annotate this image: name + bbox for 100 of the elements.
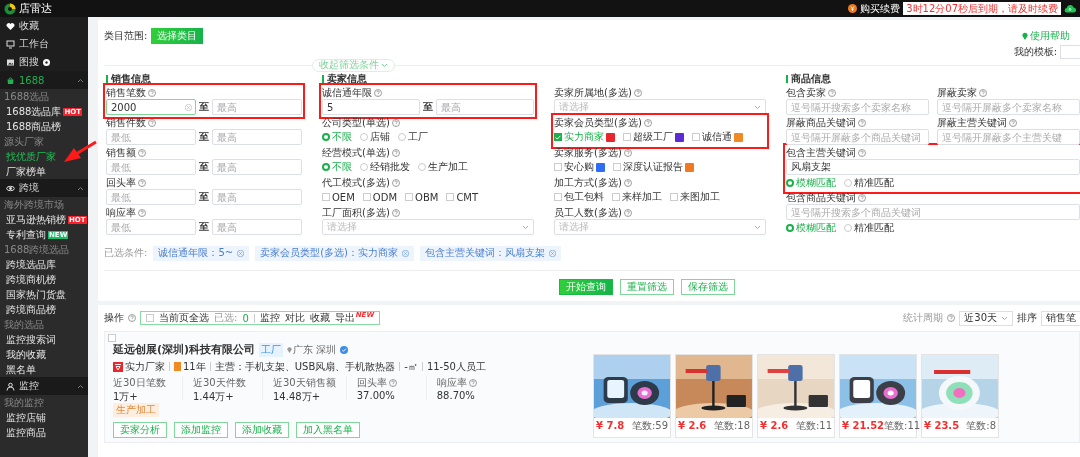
product-sales: 笔数:18: [713, 418, 750, 433]
radio-label: 工厂: [408, 130, 428, 144]
range-separator: 至: [199, 100, 209, 114]
toolbar-action[interactable]: 对比: [284, 311, 305, 325]
product-card[interactable]: ¥ 2.6 笔数:18: [675, 354, 753, 438]
radio-button[interactable]: [360, 163, 368, 171]
input-field[interactable]: 最低: [106, 159, 196, 175]
radio-button[interactable]: [322, 163, 330, 171]
radio-button[interactable]: [360, 133, 368, 141]
sidebar-item[interactable]: 监控商品: [0, 425, 88, 440]
sidebar-item[interactable]: 1688商品榜: [0, 119, 88, 134]
image-icon: [6, 57, 15, 67]
input-field[interactable]: 最低: [106, 219, 196, 235]
field-label: 卖家所属地(多选): [554, 85, 632, 100]
input-field[interactable]: 逗号隔开屏蔽多个商品关键词: [786, 129, 929, 145]
field-label: 代工模式(多选): [322, 175, 390, 190]
checkbox[interactable]: [405, 193, 414, 201]
sidebar-item[interactable]: 我的收藏: [0, 347, 88, 362]
field-label: 回头率: [106, 175, 136, 190]
toolbar-action[interactable]: 收藏: [309, 311, 330, 325]
title-marker: [322, 75, 324, 83]
filter-chip[interactable]: 包含主营关键词：风扇支架: [419, 245, 561, 261]
sidebar-item[interactable]: 监控店铺: [0, 410, 88, 425]
input-field[interactable]: 5: [322, 99, 420, 115]
sidebar-item[interactable]: 监控搜索词: [0, 332, 88, 347]
sidebar-item[interactable]: 厂家榜单: [0, 164, 88, 179]
input-field[interactable]: 最高: [212, 129, 302, 145]
input-field[interactable]: 最高: [212, 99, 302, 115]
field-label: 包含卖家: [786, 85, 826, 100]
checkbox-label: OEM: [332, 191, 355, 203]
globe-icon: [6, 183, 15, 193]
checkbox[interactable]: [613, 163, 621, 171]
input-field[interactable]: 逗号隔开搜索多个商品关键词: [786, 204, 1080, 220]
sort-dropdown[interactable]: 销售笔: [1041, 310, 1080, 326]
checkbox[interactable]: [362, 193, 371, 201]
checkbox-label: 来样加工: [622, 190, 662, 204]
field-label: 类目范围:: [104, 29, 148, 43]
toolbar-action[interactable]: 监控: [259, 311, 280, 325]
input-field[interactable]: 逗号隔开搜索多个卖家名称: [786, 99, 929, 115]
title-marker: [106, 75, 108, 83]
sidebar-item[interactable]: 图搜: [0, 53, 88, 71]
sidebar-item[interactable]: 收藏: [0, 17, 88, 35]
sidebar-section[interactable]: 监控: [0, 377, 88, 395]
input-field[interactable]: 最低: [106, 189, 196, 205]
clear-icon[interactable]: [185, 103, 192, 111]
checkbox[interactable]: [322, 193, 330, 201]
filter-chip[interactable]: 卖家会员类型(多选)：实力商家: [255, 245, 414, 261]
input-field[interactable]: 最高: [436, 99, 534, 115]
period-dropdown[interactable]: 近30天: [959, 310, 1013, 326]
input-field[interactable]: 最高: [212, 219, 302, 235]
tag: 生产加工: [113, 403, 159, 417]
renew-link[interactable]: 购买续费: [860, 1, 901, 16]
product-card[interactable]: ¥ 23.5 笔数:8: [921, 354, 999, 438]
sidebar-item[interactable]: 跨境选品库: [0, 257, 88, 272]
cloud-icon[interactable]: [1064, 4, 1076, 13]
section-title: 卖家信息: [327, 72, 367, 86]
checkbox[interactable]: [446, 193, 455, 201]
product-card[interactable]: ¥ 2.6 笔数:11: [757, 354, 835, 438]
radio-button[interactable]: [786, 223, 794, 232]
checkbox[interactable]: [612, 193, 620, 201]
sidebar-item[interactable]: 黑名单: [0, 362, 88, 377]
input-field[interactable]: 风扇支架: [786, 159, 1080, 175]
template-field[interactable]: [1060, 45, 1080, 59]
checkbox-label: 来图加工: [680, 190, 720, 204]
checkbox[interactable]: [146, 314, 154, 322]
checkbox[interactable]: [670, 193, 678, 201]
radio-label: 不限: [332, 130, 352, 144]
section-title: 销售信息: [111, 72, 151, 86]
checkbox[interactable]: [554, 193, 562, 201]
sidebar-item[interactable]: 国家热门货盘: [0, 287, 88, 302]
sidebar-section[interactable]: 跨境: [0, 179, 88, 197]
company-name[interactable]: 延远创展(深圳)科技有限公司: [113, 342, 256, 357]
checkbox[interactable]: [108, 334, 116, 342]
sidebar-section[interactable]: 1688: [0, 71, 88, 89]
sidebar-item[interactable]: 跨境商品榜: [0, 302, 88, 317]
checkbox[interactable]: [692, 133, 700, 141]
radio-button[interactable]: [398, 133, 406, 141]
checkbox[interactable]: [623, 133, 631, 141]
field-label: 销售件数: [106, 115, 146, 130]
input-field[interactable]: 2000: [106, 99, 196, 115]
sidebar-item[interactable]: 工作台: [0, 35, 88, 53]
sidebar-item[interactable]: 跨境商机榜: [0, 272, 88, 287]
input-field[interactable]: 逗号隔开屏蔽多个主营关键: [937, 129, 1080, 145]
radio-button[interactable]: [418, 163, 426, 171]
filter-chip[interactable]: 诚信通年限：5~: [153, 245, 250, 261]
input-field[interactable]: 逗号隔开屏蔽多个卖家名称: [937, 99, 1080, 115]
input-field[interactable]: 最高: [212, 189, 302, 205]
product-card[interactable]: ¥ 7.8 笔数:59: [593, 354, 671, 438]
radio-button[interactable]: [844, 178, 852, 187]
radio-button[interactable]: [786, 178, 794, 187]
checkbox[interactable]: [554, 163, 562, 171]
chevron-down-icon: [1001, 315, 1008, 321]
radio-button[interactable]: [844, 223, 852, 232]
input-field[interactable]: 最高: [212, 159, 302, 175]
checkbox[interactable]: [554, 133, 562, 141]
monitor-icon: [6, 39, 15, 49]
input-field[interactable]: 最低: [106, 129, 196, 145]
sidebar-item[interactable]: 找优质厂家: [0, 149, 88, 164]
radio-button[interactable]: [322, 133, 330, 141]
field-label: 响应率: [106, 205, 136, 220]
